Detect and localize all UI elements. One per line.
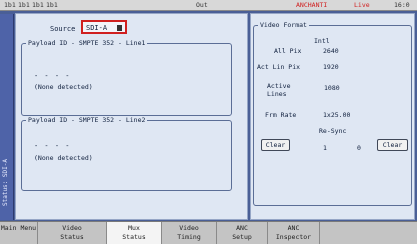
status-item: Out	[196, 1, 208, 9]
resync-label: Re-Sync	[319, 127, 347, 135]
clear-button-1[interactable]: Clear	[261, 139, 290, 151]
video-format-title: Video Format	[258, 21, 309, 29]
video-format-group: Video Format Intl All Pix 2640 Act Lin P…	[253, 21, 412, 206]
clock: 16:0	[394, 1, 410, 9]
menu-main[interactable]: Main Menu	[0, 222, 38, 244]
payload-line1-value: - - - -	[34, 72, 71, 80]
bottom-menu: Main Menu Video Status Mux Status Video …	[0, 221, 417, 244]
payload-line1-group: Payload ID - SMPTE 352 - Line1 - - - - (…	[21, 39, 232, 116]
status-item: 1b1	[4, 1, 16, 9]
menu-video-status[interactable]: Video Status	[38, 222, 107, 244]
dropdown-icon	[117, 25, 122, 31]
status-bar: 1b1 1b1 1b1 1b1 Out ANCHANTI Live 16:0	[0, 0, 417, 11]
payload-line2-title: Payload ID - SMPTE 352 - Line2	[26, 116, 148, 124]
act-lin-pix-label: Act Lin Pix	[257, 63, 301, 71]
source-label: Source	[50, 25, 76, 33]
alert-status: ANCHANTI	[296, 1, 328, 9]
payload-line2-value: - - - -	[34, 142, 71, 150]
act-lin-pix-value: 1920	[323, 63, 339, 71]
status-item: 1b1	[32, 1, 44, 9]
status-item: 1b1	[18, 1, 30, 9]
payload-line1-status: (None detected)	[34, 83, 93, 91]
intl-header: Intl	[314, 37, 330, 45]
frm-rate-value: 1x25.00	[323, 111, 351, 119]
side-tab-label: Status: SDI-A	[2, 159, 9, 206]
menu-mux-status[interactable]: Mux Status	[107, 222, 162, 244]
resync-count-2: 0	[357, 144, 361, 152]
menu-anc-inspector[interactable]: ANC Inspector	[268, 222, 320, 244]
active-lines-value: 1080	[324, 84, 340, 92]
status-item: 1b1	[46, 1, 58, 9]
active-lines-label: Active Lines	[267, 82, 291, 98]
all-pix-value: 2640	[323, 47, 339, 55]
menu-empty[interactable]	[320, 222, 417, 244]
clear-button-2[interactable]: Clear	[377, 139, 408, 151]
side-tab[interactable]: Status: SDI-A	[0, 14, 14, 220]
payload-line1-title: Payload ID - SMPTE 352 - Line1	[26, 39, 148, 47]
payload-line2-group: Payload ID - SMPTE 352 - Line2 - - - - (…	[21, 116, 232, 191]
all-pix-label: All Pix	[274, 47, 302, 55]
payload-line2-status: (None detected)	[34, 154, 93, 162]
resync-count-1: 1	[323, 144, 327, 152]
live-status: Live	[354, 1, 370, 9]
frm-rate-label: Frm Rate	[265, 111, 297, 119]
menu-video-timing[interactable]: Video Timing	[162, 222, 217, 244]
source-value: SDI-A	[86, 24, 108, 32]
menu-anc-setup[interactable]: ANC Setup	[217, 222, 268, 244]
source-select[interactable]: SDI-A	[81, 20, 127, 34]
